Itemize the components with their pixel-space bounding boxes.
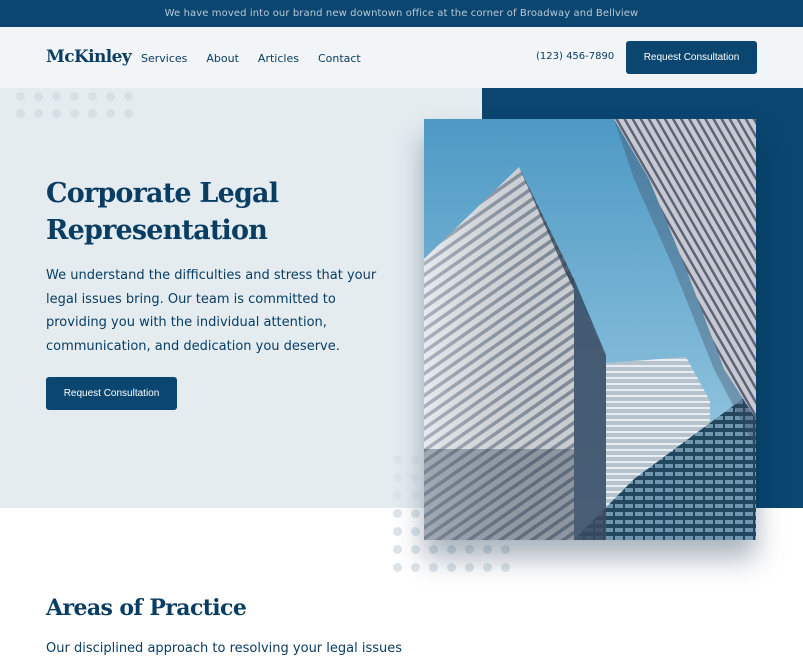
announcement-bar: We have moved into our brand new downtow… [0,0,803,27]
nav-link-contact[interactable]: Contact [318,52,361,65]
hero-title: Corporate Legal Representation [46,178,279,246]
phone-link[interactable]: (123) 456-7890 [536,51,614,62]
main-nav: Services About Articles Contact [141,52,361,65]
nav-link-services[interactable]: Services [141,52,187,65]
header-request-consultation-button[interactable]: Request Consultation [626,41,757,74]
nav-link-about[interactable]: About [206,52,239,65]
hero-building-image [424,119,756,540]
hero-request-consultation-button[interactable]: Request Consultation [46,377,177,410]
practice-section-subtitle: Our disciplined approach to resolving yo… [46,641,403,656]
logo[interactable]: McKinley [46,47,132,67]
decorative-dots-top [16,92,133,118]
site-header: McKinley Services About Articles Contact… [0,27,803,88]
nav-link-articles[interactable]: Articles [258,52,299,65]
hero-description: We understand the difficulties and stres… [46,268,377,354]
practice-section-title: Areas of Practice [46,595,247,621]
announcement-text: We have moved into our brand new downtow… [164,8,639,19]
